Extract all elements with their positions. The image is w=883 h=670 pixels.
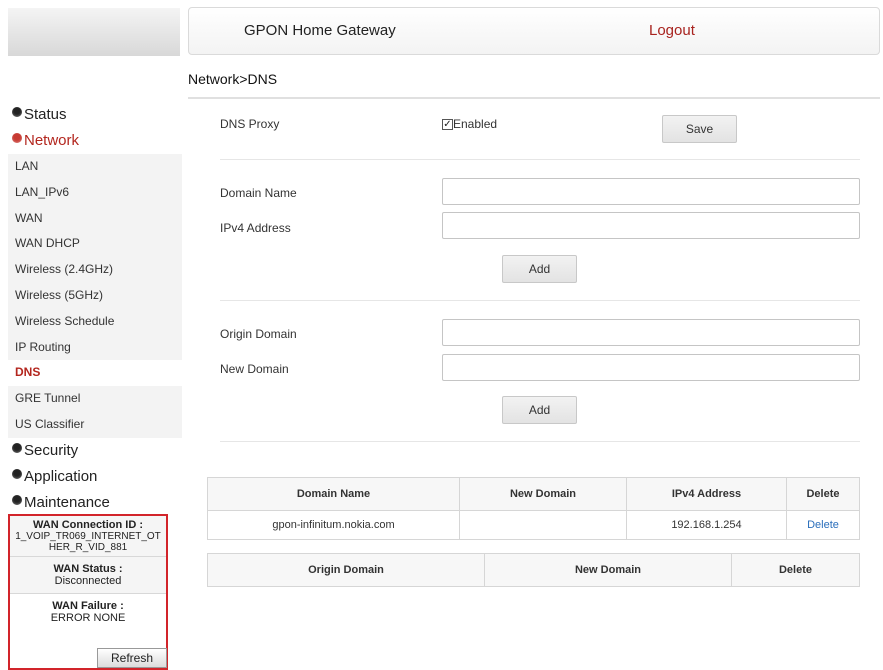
new-domain-label: New Domain [220,362,289,376]
expand-icon [12,468,22,479]
column-header: Origin Domain [207,553,485,587]
sidebar-item-wan-dhcp[interactable]: WAN DHCP [8,231,182,258]
table-cell: gpon-infinitum.nokia.com [207,510,460,540]
sidebar-nav: Status Network LAN LAN_IPv6 WAN WAN DHCP… [8,100,182,516]
wan-status-label: WAN Status : [53,563,123,575]
refresh-button[interactable]: Refresh [97,648,167,668]
nav-group-network[interactable]: Network [8,128,182,154]
save-button[interactable]: Save [662,115,737,143]
table-header-row: Origin Domain New Domain Delete [207,553,860,587]
divider [220,159,860,160]
dns-proxy-enabled: ✓ Enabled [442,117,497,131]
expand-icon [12,494,22,505]
sidebar-item-wireless-schedule[interactable]: Wireless Schedule [8,308,182,335]
wan-failure-value: ERROR NONE [50,612,126,624]
dns-redirect-table: Origin Domain New Domain Delete [207,553,860,587]
nav-group-security[interactable]: Security [8,438,182,464]
ipv4-address-input[interactable] [442,212,860,239]
wan-failure-section: WAN Failure : ERROR NONE [10,594,166,630]
logout-link[interactable]: Logout [649,22,695,39]
wan-status-section: WAN Status : Disconnected [10,557,166,594]
expand-icon [12,107,22,117]
wan-connection-id-value: 1_VOIP_TR069_INTERNET_OTHER_R_VID_881 [15,531,161,553]
nav-group-application[interactable]: Application [8,464,182,490]
column-header: Delete [786,477,860,511]
breadcrumb-divider [188,97,880,99]
sidebar-item-wireless-24[interactable]: Wireless (2.4GHz) [8,257,182,283]
logo-area [8,8,180,56]
sidebar-item-lan-ipv6[interactable]: LAN_IPv6 [8,179,182,206]
domain-name-label: Domain Name [220,186,297,200]
sidebar-item-ip-routing[interactable]: IP Routing [8,334,182,361]
collapse-icon [12,133,22,143]
enabled-label: Enabled [453,117,498,131]
delete-link[interactable]: Delete [807,519,839,531]
dns-proxy-label: DNS Proxy [220,117,280,131]
origin-domain-input[interactable] [442,319,860,346]
column-header: IPv4 Address [626,477,787,511]
column-header: Delete [731,553,860,587]
divider [220,300,860,301]
table-header-row: Domain Name New Domain IPv4 Address Dele… [207,477,860,511]
nav-group-maintenance[interactable]: Maintenance [8,490,182,516]
new-domain-input[interactable] [442,354,860,381]
sidebar-item-dns[interactable]: DNS [8,360,182,387]
table-cell [459,510,627,540]
expand-icon [12,442,22,453]
nav-group-label: Application [24,467,98,485]
wan-connection-id-label: WAN Connection ID : [33,519,143,531]
add-domain-button[interactable]: Add [502,255,577,283]
ipv4-address-label: IPv4 Address [220,221,291,235]
nav-group-status[interactable]: Status [8,102,182,128]
add-redirect-button[interactable]: Add [502,396,577,424]
sidebar-item-lan[interactable]: LAN [8,154,182,180]
dns-host-table: Domain Name New Domain IPv4 Address Dele… [207,477,860,540]
app-title: GPON Home Gateway [244,22,396,39]
table-cell: Delete [786,510,860,540]
sidebar-item-wan[interactable]: WAN [8,205,182,232]
sidebar-item-us-classifier[interactable]: US Classifier [8,411,182,438]
breadcrumb: Network>DNS [188,71,278,87]
divider [220,441,860,442]
column-header: New Domain [459,477,627,511]
table-cell: 192.168.1.254 [626,510,787,540]
table-row: gpon-infinitum.nokia.com 192.168.1.254 D… [207,510,860,540]
wan-failure-label: WAN Failure : [52,600,124,612]
wan-status-value: Disconnected [54,575,122,587]
domain-name-input[interactable] [442,178,860,205]
column-header: Domain Name [207,477,460,511]
nav-group-label: Maintenance [24,493,110,511]
column-header: New Domain [484,553,732,587]
nav-group-label: Status [24,106,67,123]
wan-status-panel: WAN Connection ID : 1_VOIP_TR069_INTERNE… [8,514,168,670]
dns-proxy-checkbox[interactable]: ✓ [442,118,453,130]
sidebar-item-wireless-5[interactable]: Wireless (5GHz) [8,282,182,309]
wan-connection-section: WAN Connection ID : 1_VOIP_TR069_INTERNE… [10,516,166,557]
top-header: GPON Home Gateway Logout [188,7,880,55]
origin-domain-label: Origin Domain [220,327,297,341]
nav-group-label: Network [24,132,80,149]
nav-group-label: Security [24,441,79,459]
sidebar-item-gre-tunnel[interactable]: GRE Tunnel [8,386,182,412]
